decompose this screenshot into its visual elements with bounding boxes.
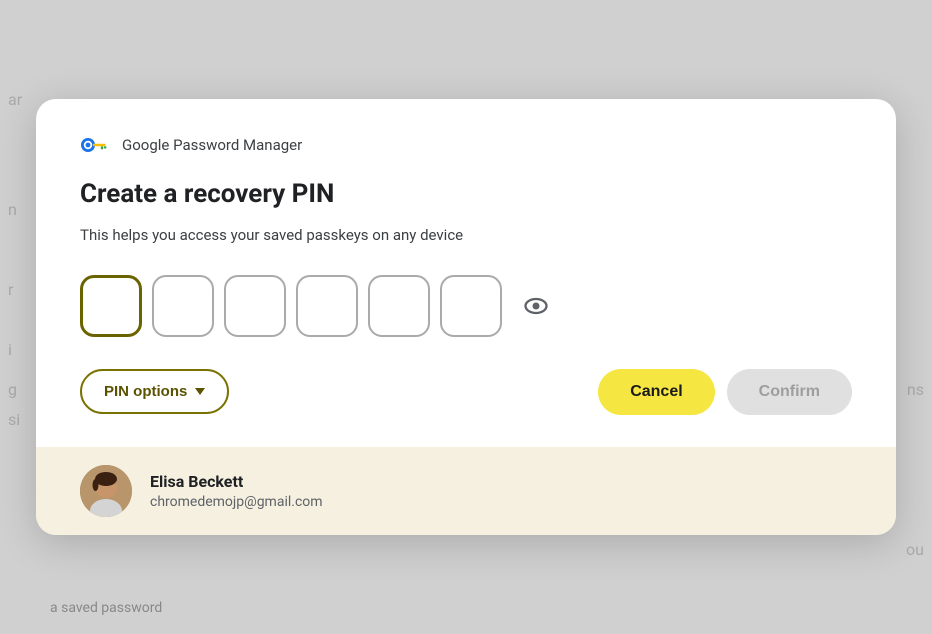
bg-left-text-2: n [8,200,17,219]
cancel-button[interactable]: Cancel [598,369,714,415]
action-buttons: Cancel Confirm [598,369,852,415]
user-email: chromedemojp@gmail.com [150,494,323,510]
bg-left-text-6: si [8,410,20,429]
bg-right-text-1: ns [907,380,924,399]
pin-options-button[interactable]: PIN options [80,369,229,414]
user-name: Elisa Beckett [150,472,323,491]
pin-box-6[interactable] [440,275,502,337]
user-avatar [80,465,132,517]
bg-bottom-text: a saved password [50,600,162,616]
pin-box-1[interactable] [80,275,142,337]
bg-left-text-5: g [8,380,17,399]
dialog-title: Create a recovery PIN [80,179,852,210]
dropdown-arrow-icon [195,388,205,395]
pin-input-row [80,275,852,337]
toggle-visibility-button[interactable] [516,286,556,326]
brand-label: Google Password Manager [122,136,302,154]
dialog-main: Google Password Manager Create a recover… [36,99,896,447]
avatar-image [80,465,132,517]
google-key-icon [80,135,112,155]
dialog-description: This helps you access your saved passkey… [80,224,852,247]
bg-left-text-1: ar [8,90,22,109]
dialog-container: Google Password Manager Create a recover… [36,99,896,535]
confirm-button[interactable]: Confirm [727,369,852,415]
pin-box-5[interactable] [368,275,430,337]
dialog-actions: PIN options Cancel Confirm [80,369,852,415]
bg-left-text-3: r [8,280,13,299]
bg-right-text-2: ou [906,540,924,559]
dialog-header: Google Password Manager [80,135,852,155]
pin-box-3[interactable] [224,275,286,337]
dialog-overlay: ar n r i g si ns ou a saved password [0,0,932,634]
dialog-footer: Elisa Beckett chromedemojp@gmail.com [36,447,896,535]
user-info: Elisa Beckett chromedemojp@gmail.com [150,472,323,510]
pin-options-label: PIN options [104,383,187,400]
pin-box-2[interactable] [152,275,214,337]
pin-box-4[interactable] [296,275,358,337]
bg-left-text-4: i [8,340,12,359]
